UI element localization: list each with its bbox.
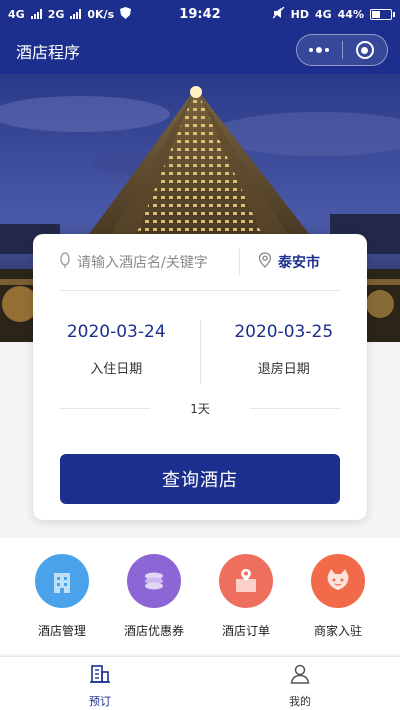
status-left: 4G 2G 0K/s [8, 6, 132, 22]
mini-program-capsule [296, 34, 388, 66]
menu-label-merchant-join: 商家入驻 [313, 624, 362, 638]
menu-label-hotel-management: 酒店管理 [37, 624, 86, 638]
city-selector[interactable]: 泰安市 [240, 252, 320, 272]
checkin-date: 2020-03-24 [66, 322, 166, 342]
user-icon [289, 663, 311, 689]
nights-line-right [249, 408, 342, 409]
tab-bar: 预订 我的 [0, 656, 400, 710]
search-row: 请输入酒店名/关键字 泰安市 [33, 234, 367, 290]
menu-label-orders: 酒店订单 [221, 624, 270, 638]
order-location-icon [219, 554, 273, 608]
network-type-1: 4G [8, 7, 25, 21]
cat-icon [311, 554, 365, 608]
nights-text: 1天 [190, 402, 210, 416]
menu-item-hotel-management[interactable]: 酒店管理 [16, 538, 108, 654]
shield-icon [120, 6, 132, 22]
tab-mine[interactable]: 我的 [200, 657, 400, 710]
battery-icon [370, 8, 395, 20]
building-icon [89, 663, 111, 689]
signal-icon-2 [70, 9, 82, 19]
query-hotel-button[interactable]: 查询酒店 [60, 454, 340, 504]
quick-menu: 酒店管理 酒店优惠券 酒店订单 商家入驻 [0, 538, 400, 654]
search-divider-line [59, 290, 341, 291]
menu-item-coupon[interactable]: 酒店优惠券 [108, 538, 200, 654]
more-button[interactable] [297, 35, 342, 65]
search-input[interactable]: 请输入酒店名/关键字 [33, 252, 239, 272]
page-title: 酒店程序 [16, 43, 81, 62]
checkin-picker[interactable]: 2020-03-24 入住日期 [33, 318, 200, 386]
network-type-3: 4G [314, 7, 332, 21]
location-pin-icon [258, 252, 272, 272]
hotel-search-card: 请输入酒店名/关键字 泰安市 2020-03-24 入住日期 2020-03-2… [33, 234, 367, 520]
signal-icon [30, 9, 42, 19]
navigation-bar: 酒店程序 [0, 28, 400, 74]
city-name: 泰安市 [278, 255, 320, 271]
menu-item-orders[interactable]: 酒店订单 [200, 538, 292, 654]
target-icon [355, 41, 374, 59]
tab-booking[interactable]: 预订 [0, 657, 200, 710]
nights-line-left [59, 408, 151, 409]
status-right: HD 4G 44% [272, 6, 395, 22]
tab-booking-label: 预订 [89, 695, 111, 708]
date-selector: 2020-03-24 入住日期 2020-03-25 退房日期 [33, 318, 367, 386]
battery-percent: 44% [337, 7, 364, 21]
tab-mine-label: 我的 [289, 695, 311, 708]
nights-count: 1天 [59, 400, 342, 417]
search-placeholder: 请输入酒店名/关键字 [77, 255, 208, 271]
checkout-label: 退房日期 [257, 362, 310, 377]
checkin-label: 入住日期 [90, 362, 143, 377]
network-speed: 0K/s [87, 7, 115, 21]
coins-icon [127, 554, 181, 608]
search-icon [59, 252, 71, 272]
network-type-2: 2G [47, 7, 65, 21]
checkout-date: 2020-03-25 [234, 322, 334, 342]
hd-label: HD [290, 7, 309, 21]
status-bar: 4G 2G 0K/s 19:42 HD 4G 44% [0, 0, 400, 28]
hotel-building-icon [35, 554, 89, 608]
mute-icon [272, 6, 285, 22]
more-icon [309, 47, 330, 53]
menu-item-merchant-join[interactable]: 商家入驻 [292, 538, 384, 654]
close-miniprogram-button[interactable] [343, 35, 388, 65]
menu-label-coupon: 酒店优惠券 [123, 624, 184, 638]
checkout-picker[interactable]: 2020-03-25 退房日期 [201, 318, 368, 386]
